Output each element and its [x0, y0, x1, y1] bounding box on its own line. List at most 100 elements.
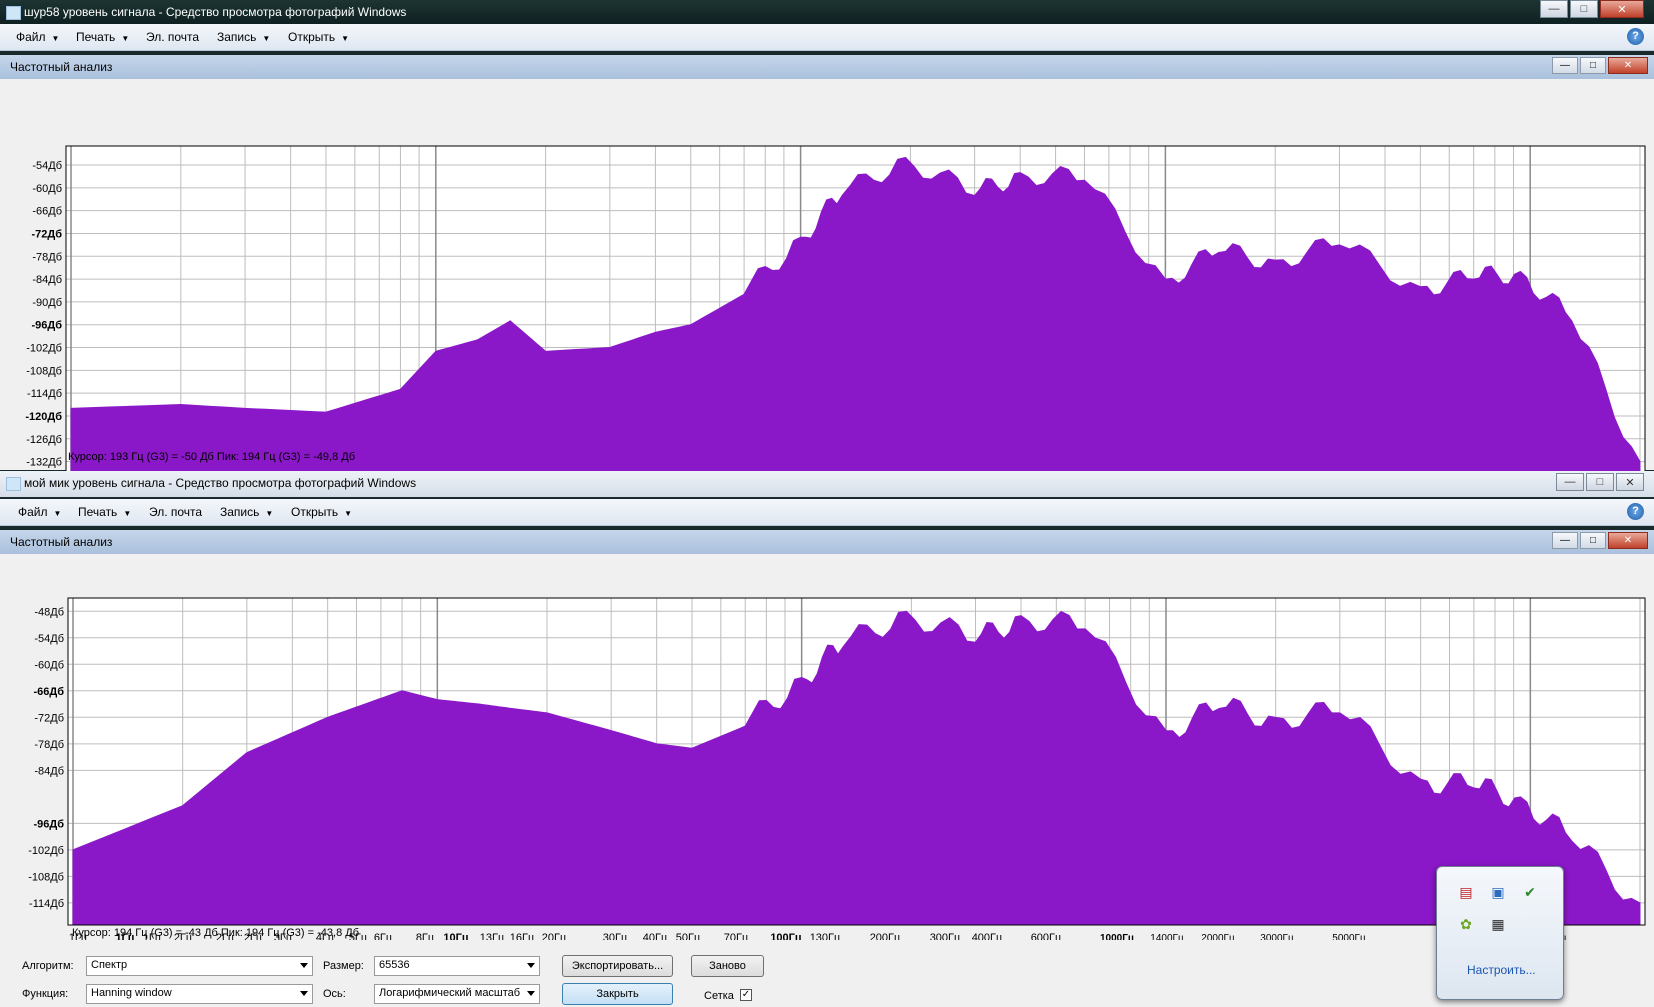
function-select[interactable]: Hanning window: [86, 984, 313, 1004]
y-tick-label: -54Дб: [34, 633, 64, 645]
replot-button[interactable]: Заново: [691, 955, 764, 977]
minimize-button[interactable]: —: [1540, 0, 1568, 18]
menu-open[interactable]: Открыть ▼: [291, 505, 352, 519]
customize-link[interactable]: Настроить...: [1467, 963, 1536, 977]
x-tick-label: 70Гц: [724, 932, 749, 940]
window1-titlebar: шур58 уровень сигнала - Средство просмот…: [0, 0, 1654, 26]
window1-dialog: Частотный анализ — □ ✕ -54Дб -60Дб -66Дб -7…: [0, 55, 1654, 492]
y-tick-label: -78Дб: [34, 739, 64, 751]
x-tick-label: 1000Гц: [1100, 933, 1135, 940]
algorithm-select[interactable]: Спектр: [86, 956, 313, 976]
y-tick-label: -48Дб: [34, 606, 64, 618]
photo-viewer-icon: [6, 477, 21, 491]
cursor-status-1: Курсор: 193 Гц (G3) = -50 Дб Пик: 194 Гц…: [68, 451, 356, 463]
menu-email[interactable]: Эл. почта: [146, 30, 199, 44]
grid-label: Сетка: [704, 990, 734, 1002]
y-tick-label: -102Дб: [28, 845, 64, 857]
x-tick-label: 40Гц: [643, 932, 668, 940]
dropdown-arrow-icon: ▼: [262, 34, 271, 43]
dialog-title: Частотный анализ: [10, 535, 113, 549]
dropdown-arrow-icon: ▼: [341, 34, 350, 43]
x-tick-label: 5000Гц: [1332, 933, 1366, 940]
dropdown-arrow-icon: ▼: [53, 509, 62, 518]
menu-file[interactable]: Файл ▼: [18, 505, 61, 519]
close-button[interactable]: Закрыть: [562, 983, 673, 1005]
y-tick-label: -78Дб: [32, 251, 62, 263]
cursor-status-2: Курсор: 194 Гц (G3) = -43 Дб Пик: 194 Гц…: [72, 927, 360, 939]
dropdown-arrow-icon: ▼: [121, 34, 130, 43]
y-tick-label: -132Дб: [26, 457, 62, 469]
y-tick-label: -114Дб: [29, 898, 64, 910]
dialog-close-button[interactable]: ✕: [1608, 532, 1648, 549]
network-tray-icon[interactable]: ▣: [1489, 883, 1507, 901]
dropdown-arrow-icon: [527, 991, 535, 996]
dialog-close-button[interactable]: ✕: [1608, 57, 1648, 74]
axis-label: Ось:: [323, 988, 346, 1000]
size-select[interactable]: 65536: [374, 956, 540, 976]
maximize-button[interactable]: □: [1570, 0, 1598, 18]
window1-controls: — □ ✕: [1540, 0, 1644, 20]
window2-menubar: Файл ▼ Печать ▼ Эл. почта Запись ▼ Открыть ▼…: [0, 499, 1654, 526]
window1-menubar: Файл ▼ Печать ▼ Эл. почта Запись ▼ Открыть ▼…: [0, 24, 1654, 51]
dialog-maximize-button[interactable]: □: [1580, 532, 1606, 549]
y-tick-label: -96Дб: [31, 320, 62, 332]
axis-select[interactable]: Логарифмический масштаб: [374, 984, 540, 1004]
x-tick-label: 300Гц: [930, 932, 961, 940]
y-tick-label: -126Дб: [26, 434, 62, 446]
dialog-title: Частотный анализ: [10, 60, 113, 74]
x-tick-label: 13Гц: [480, 932, 505, 940]
x-tick-label: 200Гц: [870, 932, 901, 940]
y-tick-label: -54Дб: [32, 160, 62, 172]
app-tray-icon-3[interactable]: ▦: [1489, 915, 1507, 933]
x-tick-label: 1400Гц: [1150, 933, 1184, 940]
y-tick-label: -96Дб: [33, 818, 64, 830]
y-tick-label: -66Дб: [32, 206, 62, 218]
y-tick-label: -108Дб: [28, 871, 64, 883]
menu-burn[interactable]: Запись ▼: [220, 505, 273, 519]
spectrum-chart-2[interactable]: -48Дб -54Дб -60Дб -66Дб -72Дб -78Дб -84Дб -96Дб…: [0, 560, 1654, 940]
maximize-button[interactable]: □: [1586, 473, 1614, 491]
window1-title: шур58 уровень сигнала - Средство просмот…: [24, 5, 407, 19]
menu-print[interactable]: Печать ▼: [78, 505, 131, 519]
dialog-minimize-button[interactable]: —: [1552, 532, 1578, 549]
help-icon[interactable]: ?: [1627, 28, 1644, 45]
x-tick-label: 10Гц: [443, 932, 468, 940]
minimize-button[interactable]: —: [1556, 473, 1584, 491]
dropdown-arrow-icon: ▼: [344, 509, 353, 518]
y-tick-label: -102Дб: [26, 343, 62, 355]
menu-email[interactable]: Эл. почта: [149, 505, 202, 519]
menu-file[interactable]: Файл ▼: [16, 30, 59, 44]
menu-burn[interactable]: Запись ▼: [217, 30, 270, 44]
y-tick-label: -72Дб: [34, 712, 64, 724]
window2-dialog-titlebar: Частотный анализ — □ ✕: [0, 530, 1654, 554]
window2-dialog: Частотный анализ — □ ✕ -48Дб -54Дб -60Дб -6…: [0, 530, 1654, 1007]
close-window-button[interactable]: ✕: [1616, 473, 1644, 491]
security-tray-icon[interactable]: ✔: [1521, 883, 1539, 901]
menu-open[interactable]: Открыть ▼: [288, 30, 349, 44]
y-tick-label: -84Дб: [32, 274, 62, 286]
close-window-button[interactable]: ✕: [1600, 0, 1644, 18]
grid-checkbox[interactable]: ✓: [740, 989, 752, 1001]
y-tick-label: -72Дб: [31, 228, 62, 240]
photo-viewer-icon: [6, 6, 21, 20]
y-tick-label: -108Дб: [26, 365, 62, 377]
y-tick-label: -60Дб: [34, 659, 64, 671]
dialog-minimize-button[interactable]: —: [1552, 57, 1578, 74]
dropdown-arrow-icon: ▼: [51, 34, 60, 43]
x-tick-label: 600Гц: [1031, 932, 1062, 940]
spectrum-chart-1[interactable]: -54Дб -60Дб -66Дб -72Дб -78Дб -84Дб -90Дб -96Дб…: [0, 85, 1654, 495]
export-button[interactable]: Экспортировать...: [562, 955, 673, 977]
window2-controls: — □ ✕: [1556, 473, 1644, 493]
x-tick-label: 50Гц: [676, 932, 701, 940]
x-tick-label: 20Гц: [542, 932, 567, 940]
menu-print[interactable]: Печать ▼: [76, 30, 129, 44]
algorithm-value: Спектр: [91, 959, 128, 971]
y-tick-label: -90Дб: [32, 297, 62, 309]
app-tray-icon-2[interactable]: ✿: [1457, 915, 1475, 933]
window2-titlebar: мой мик уровень сигнала - Средство просм…: [0, 471, 1654, 497]
dialog-maximize-button[interactable]: □: [1580, 57, 1606, 74]
size-value: 65536: [379, 959, 410, 971]
y-tick-label: -114Дб: [27, 388, 62, 400]
help-icon[interactable]: ?: [1627, 503, 1644, 520]
app-tray-icon-1[interactable]: ▤: [1457, 883, 1475, 901]
